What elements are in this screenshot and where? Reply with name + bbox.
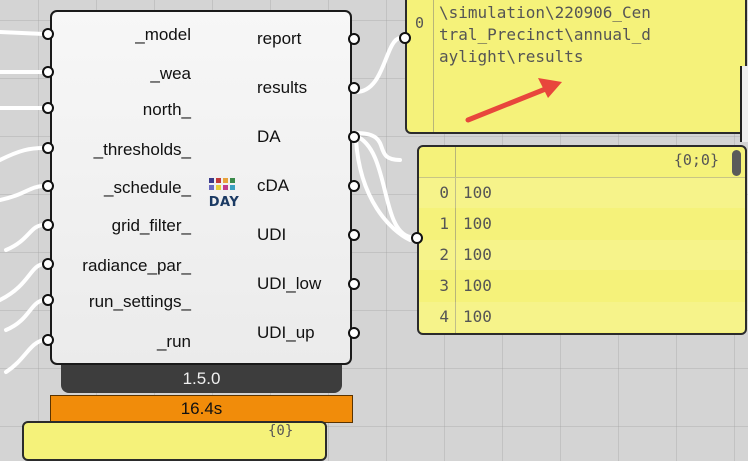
panel-header: {0;0} [419, 147, 745, 178]
row-value: 100 [463, 183, 492, 202]
row-value: 100 [463, 245, 492, 264]
row-index: 3 [439, 276, 449, 295]
bottom-panel[interactable]: {0} [22, 421, 327, 461]
branch-path: {0;0} [673, 151, 719, 169]
da-panel[interactable]: {0;0} 0 100 1 100 2 100 3 100 4 100 [417, 145, 747, 335]
row-value: 100 [463, 214, 492, 233]
list-item: 1 100 [419, 209, 745, 239]
row-index: 1 [439, 214, 449, 233]
panel-scrollbar[interactable] [732, 150, 741, 176]
offscreen-component-edge [740, 66, 748, 142]
branch-path: {0} [268, 423, 294, 439]
row-value: 100 [463, 307, 492, 326]
list-item: 2 100 [419, 240, 745, 270]
list-item: 0 100 [419, 178, 745, 208]
row-index: 2 [439, 245, 449, 264]
da-rows: 0 100 1 100 2 100 3 100 4 100 [419, 178, 745, 333]
list-item: 3 100 [419, 271, 745, 301]
row-index: 0 [439, 183, 449, 202]
row-index: 4 [439, 307, 449, 326]
row-value: 100 [463, 276, 492, 295]
list-item: 4 100 [419, 302, 745, 332]
panel-input-grip[interactable] [411, 232, 423, 244]
